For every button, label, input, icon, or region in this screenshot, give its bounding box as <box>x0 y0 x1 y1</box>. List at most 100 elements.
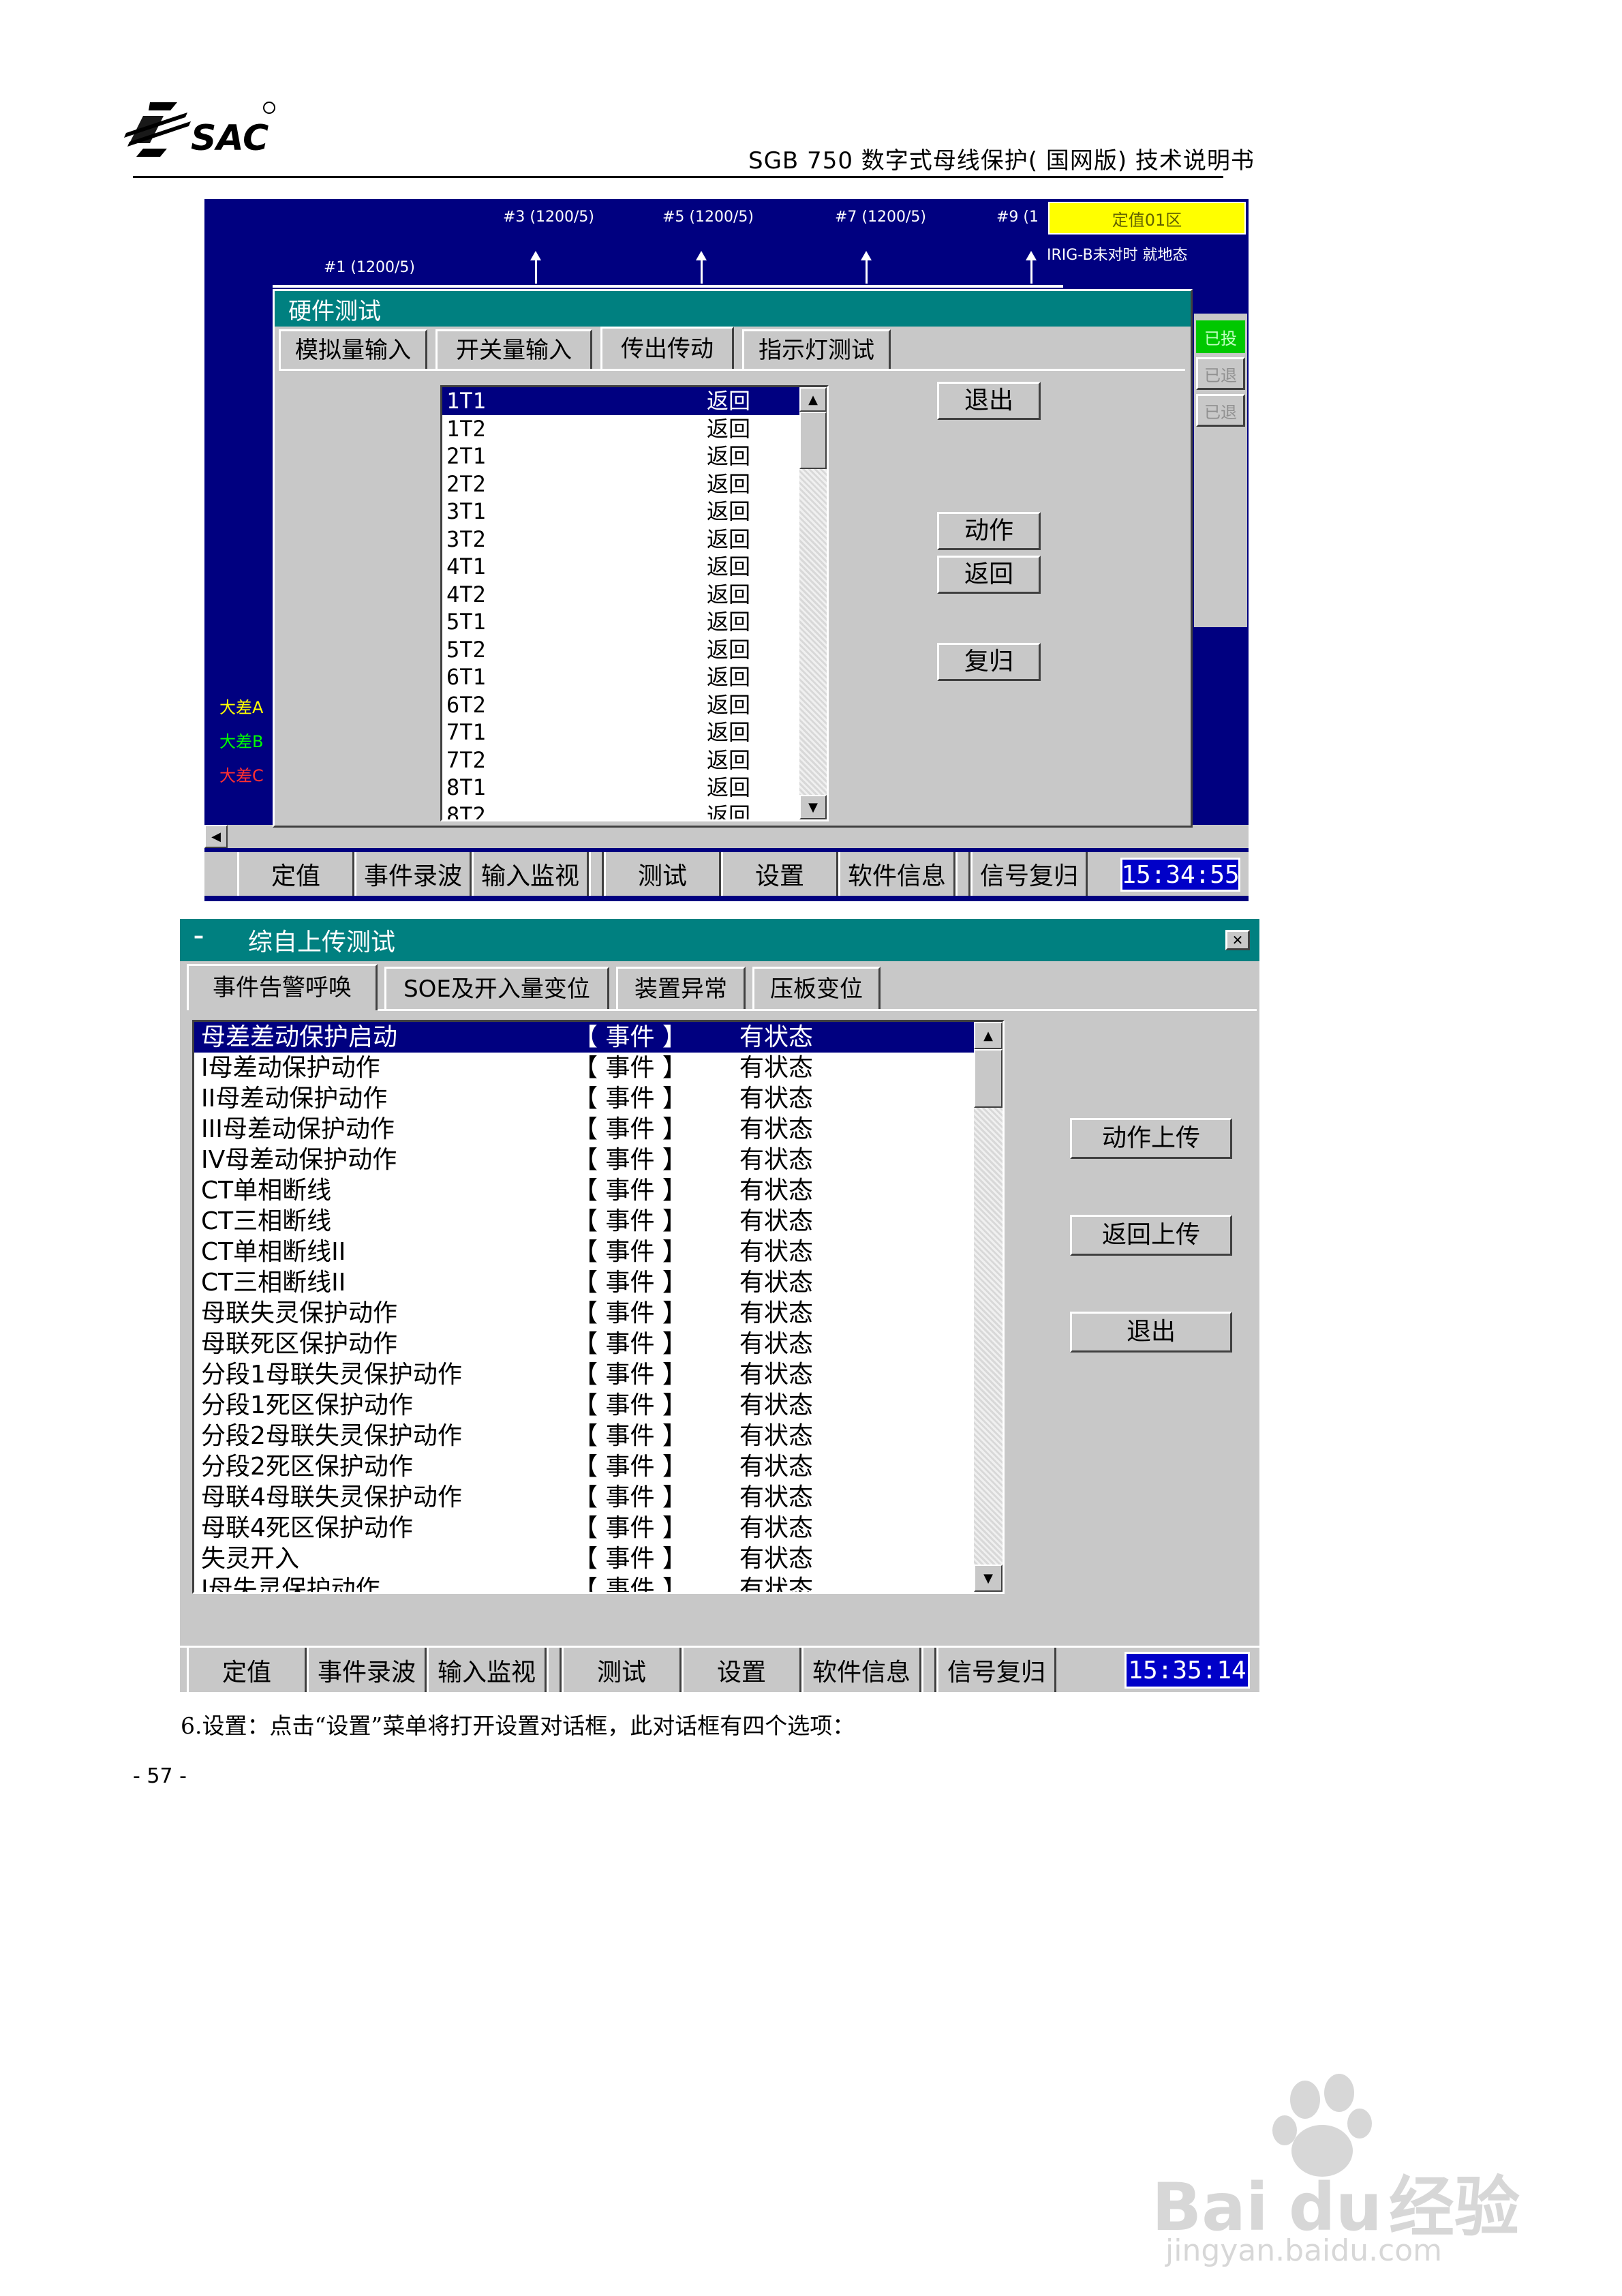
event-type: 【 事件 】 <box>573 1238 687 1266</box>
menu-setup[interactable]: 设置 <box>721 852 838 896</box>
list-item[interactable]: CT单相断线 【 事件 】 有状态 <box>194 1175 974 1206</box>
menu-software-info[interactable]: 软件信息 <box>838 852 955 896</box>
tab-soe-input[interactable]: SOE及开入量变位 <box>384 967 609 1010</box>
event-name: 母联4母联失灵保护动作 <box>201 1483 462 1511</box>
list-item[interactable]: 6T2 返回 <box>442 691 799 719</box>
tab-output-drive[interactable]: 传出传动 <box>600 327 734 370</box>
menu-input-monitor[interactable]: 输入监视 <box>472 852 589 896</box>
list-item[interactable]: 3T2 返回 <box>442 526 799 554</box>
list-item[interactable]: 分段1死区保护动作 【 事件 】 有状态 <box>194 1390 974 1421</box>
output-state: 返回 <box>707 609 751 635</box>
setting-zone: 定值01区 <box>1048 202 1246 235</box>
action-upload-button[interactable]: 动作上传 <box>1070 1118 1232 1159</box>
output-state: 返回 <box>707 415 751 442</box>
list-item[interactable]: 母联失灵保护动作 【 事件 】 有状态 <box>194 1298 974 1329</box>
side-label: 大差A <box>219 698 264 717</box>
output-state: 返回 <box>707 664 751 690</box>
act-button[interactable]: 动作 <box>937 512 1041 550</box>
list-item[interactable]: III母差动保护动作 【 事件 】 有状态 <box>194 1114 974 1145</box>
event-state: 有状态 <box>739 1575 814 1592</box>
event-type: 【 事件 】 <box>573 1361 687 1389</box>
ct-arrow <box>696 251 707 284</box>
list-item[interactable]: 5T1 返回 <box>442 608 799 636</box>
tab-analog-input[interactable]: 模拟量输入 <box>279 329 427 370</box>
list-item[interactable]: 1T1 返回 <box>442 387 799 415</box>
event-type: 【 事件 】 <box>573 1299 687 1327</box>
list-item[interactable]: IV母差动保护动作 【 事件 】 有状态 <box>194 1145 974 1175</box>
list-item[interactable]: CT单相断线II 【 事件 】 有状态 <box>194 1237 974 1267</box>
horizontal-scrollbar[interactable]: ◀ <box>204 825 1249 848</box>
list-item[interactable]: 7T2 返回 <box>442 746 799 774</box>
output-name: 3T2 <box>446 526 486 552</box>
scroll-thumb[interactable] <box>799 412 827 469</box>
list-item[interactable]: 母联4死区保护动作 【 事件 】 有状态 <box>194 1513 974 1543</box>
list-item[interactable]: I母差动保护动作 【 事件 】 有状态 <box>194 1053 974 1083</box>
list-item[interactable]: 4T2 返回 <box>442 581 799 609</box>
list-item[interactable]: 2T2 返回 <box>442 470 799 498</box>
menu-software-info[interactable]: 软件信息 <box>801 1648 921 1692</box>
menu-signal-reset[interactable]: 信号复归 <box>936 1648 1056 1692</box>
list-item[interactable]: 4T1 返回 <box>442 553 799 581</box>
menu-input-monitor[interactable]: 输入监视 <box>427 1648 547 1692</box>
event-list[interactable]: 母差差动保护启动【 事件 】有状态 I母差动保护动作【 事件 】有状态 II母差动保… <box>192 1020 1005 1594</box>
menu-signal-reset[interactable]: 信号复归 <box>970 852 1088 896</box>
menu-event-record[interactable]: 事件录波 <box>307 1648 427 1692</box>
menu-bar: 定值 事件录波 输入监视 测试 设置 软件信息 信号复归 15:35:14 <box>180 1646 1259 1692</box>
list-item[interactable]: 失灵开入 【 事件 】 有状态 <box>194 1543 974 1574</box>
list-item[interactable]: 分段2死区保护动作 【 事件 】 有状态 <box>194 1451 974 1482</box>
scroll-thumb[interactable] <box>974 1049 1003 1108</box>
list-item[interactable]: 母差差动保护启动 【 事件 】 有状态 <box>194 1022 974 1053</box>
scroll-left-icon[interactable]: ◀ <box>204 825 228 848</box>
list-item[interactable]: 5T2 返回 <box>442 636 799 664</box>
scroll-up-icon[interactable]: ▲ <box>974 1022 1003 1049</box>
hardware-test-dialog: 硬件测试 模拟量输入 开关量输入 传出传动 指示灯测试 1T1 返回 1T2 返回 2T… <box>273 289 1193 828</box>
menu-test[interactable]: 测试 <box>562 1648 682 1692</box>
menu-setup[interactable]: 设置 <box>682 1648 801 1692</box>
list-item[interactable]: 母联死区保护动作 【 事件 】 有状态 <box>194 1329 974 1359</box>
output-name: 3T1 <box>446 498 486 524</box>
list-item[interactable]: CT三相断线 【 事件 】 有状态 <box>194 1206 974 1237</box>
event-type: 【 事件 】 <box>573 1177 687 1205</box>
return-upload-button[interactable]: 返回上传 <box>1070 1215 1232 1256</box>
event-state: 有状态 <box>739 1483 814 1511</box>
list-item[interactable]: II母差动保护动作 【 事件 】 有状态 <box>194 1083 974 1114</box>
scroll-up-icon[interactable]: ▲ <box>799 387 827 412</box>
list-item[interactable]: 8T2 返回 <box>442 802 799 820</box>
list-item[interactable]: 8T1 返回 <box>442 774 799 802</box>
list-item[interactable]: 分段2母联失灵保护动作 【 事件 】 有状态 <box>194 1421 974 1451</box>
output-list[interactable]: 1T1 返回 1T2 返回 2T1 返回 2T2 返回 3T1 返回 3T2 返回 4T1 返回 4T2 返回… <box>440 385 829 821</box>
menu-test[interactable]: 测试 <box>604 852 721 896</box>
exit-button[interactable]: 退出 <box>1070 1312 1232 1353</box>
list-item[interactable]: CT三相断线II 【 事件 】 有状态 <box>194 1267 974 1298</box>
list-item[interactable]: 6T1 返回 <box>442 663 799 691</box>
list-item[interactable]: 1T2 返回 <box>442 415 799 443</box>
ct-label: #7 (1200/5) <box>835 209 926 226</box>
tab-indicator-test[interactable]: 指示灯测试 <box>742 329 891 370</box>
tab-plate-change[interactable]: 压板变位 <box>752 967 881 1010</box>
list-item[interactable]: 3T1 返回 <box>442 498 799 526</box>
event-state: 有状态 <box>739 1115 814 1143</box>
scroll-down-icon[interactable]: ▼ <box>799 795 827 819</box>
screenshot-hardware-test: #3 (1200/5) #5 (1200/5) #7 (1200/5) #9 (… <box>204 199 1249 901</box>
list-item[interactable]: 分段1母联失灵保护动作 【 事件 】 有状态 <box>194 1359 974 1390</box>
side-tag: 已投 <box>1196 320 1245 353</box>
output-name: 5T2 <box>446 636 486 663</box>
minimize-icon[interactable]: – <box>194 924 204 948</box>
list-item[interactable]: I母失灵保护动作 【 事件 】 有状态 <box>194 1574 974 1592</box>
return-button[interactable]: 返回 <box>937 556 1041 594</box>
menu-settings-value[interactable]: 定值 <box>187 1648 307 1692</box>
menu-settings-value[interactable]: 定值 <box>237 852 354 896</box>
reset-button[interactable]: 复归 <box>937 643 1041 681</box>
scroll-down-icon[interactable]: ▼ <box>974 1565 1003 1592</box>
list-item[interactable]: 2T1 返回 <box>442 442 799 470</box>
tab-event-alarm[interactable]: 事件告警呼唤 <box>187 964 378 1010</box>
tab-binary-input[interactable]: 开关量输入 <box>435 329 592 370</box>
list-item[interactable]: 母联4母联失灵保护动作 【 事件 】 有状态 <box>194 1482 974 1513</box>
exit-button[interactable]: 退出 <box>937 382 1041 420</box>
list-item[interactable]: 7T1 返回 <box>442 719 799 746</box>
side-tag: 已退 <box>1196 357 1245 390</box>
close-icon[interactable]: ✕ <box>1225 930 1250 950</box>
tab-device-abnormal[interactable]: 装置异常 <box>616 967 746 1010</box>
menu-bar: 定值 事件录波 输入监视 测试 设置 软件信息 信号复归 15:34:55 <box>204 852 1249 896</box>
menu-event-record[interactable]: 事件录波 <box>354 852 472 896</box>
